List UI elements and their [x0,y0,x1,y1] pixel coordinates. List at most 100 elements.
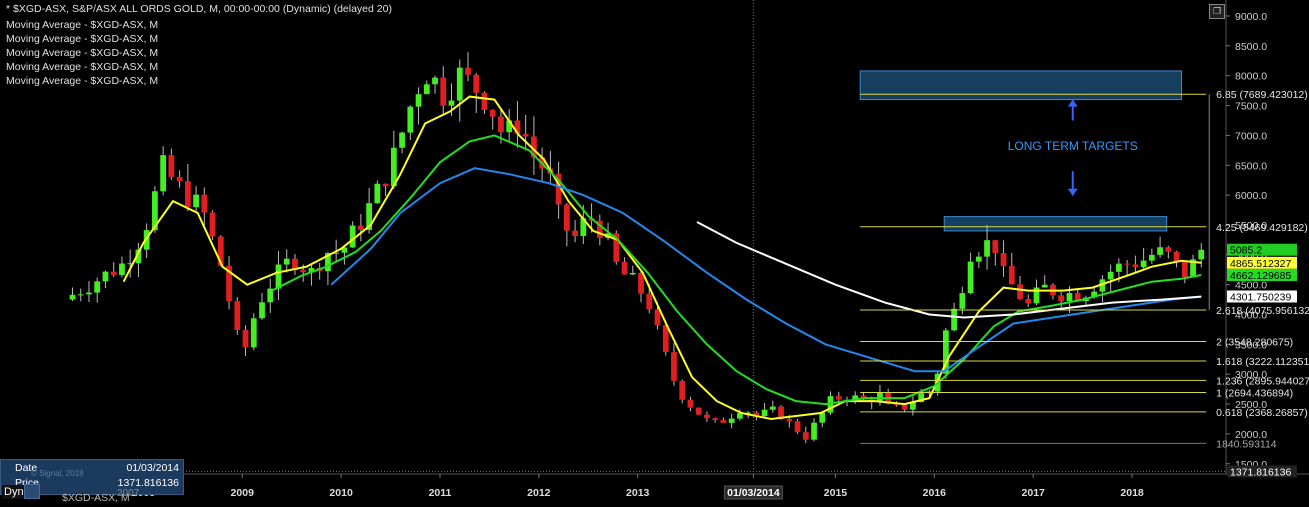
candle-body [679,380,686,400]
fib-level-label: 0.618 (2368.26857) [1216,407,1308,419]
x-tick-label: 2009 [231,487,255,499]
candle-body [811,422,817,440]
candle-body [201,194,208,213]
candle-body [646,293,653,310]
fib-level-label: 1.618 (3222.112351) [1216,356,1309,368]
candle-body [415,94,422,107]
candle-body [110,271,117,275]
candle-body [621,261,628,275]
candle-body [992,240,999,254]
candle-body [69,294,76,300]
price-tag-label: 4865.512327 [1230,258,1291,270]
candle-body [283,258,290,265]
moving-average-line [330,167,1202,373]
y-tick-label: 8500.0 [1235,41,1267,53]
target-arrow-head [1067,188,1078,196]
fib-level-label: 6.85 (7689.423012) [1216,89,1308,101]
year-label-partial: 2007 [117,488,140,499]
candle-body [250,318,257,348]
candle-body [184,181,191,208]
candle-body [563,204,570,231]
target-arrow-head [1067,99,1078,107]
candle-body [399,132,405,148]
candle-body [951,308,957,331]
candle-body [819,412,826,423]
candle-body [94,281,101,293]
candle-body [465,67,471,75]
candle-body [629,272,636,275]
candle-body [1000,253,1007,267]
candle-body [1132,264,1139,268]
candle-body [407,106,414,133]
candle-body [728,418,735,423]
candle-body [975,256,982,262]
fib-level-label: 4.25 (5469.429182) [1216,222,1308,234]
candle-body [695,407,702,415]
candle-body [704,414,710,419]
candle-body [86,292,92,295]
x-tick-label: 2010 [329,487,353,499]
x-tick-label: 2011 [429,487,452,499]
candle-body [638,272,644,294]
candle-body [967,261,974,294]
candle-body [374,183,381,204]
x-tick-label: 2017 [1022,487,1046,499]
candle-body [432,77,438,85]
candle-body [160,155,167,192]
y-tick-label: 9000.0 [1235,11,1267,23]
y-tick-label: 6500.0 [1235,160,1267,172]
candle-body [349,225,356,248]
target-zone-box [859,70,1183,101]
candle-body [712,418,719,420]
fib-level-label: 2.618 (4075.956132) [1216,305,1309,317]
target-zone-box [943,216,1168,232]
candle-body [423,84,430,95]
candle-body [794,421,801,433]
y-tick-label: 7000.0 [1235,130,1267,142]
fib-level-label: 1 (2694.436894) [1216,387,1293,399]
candle-body [102,271,109,282]
x-tick-label: 2012 [527,487,551,499]
dynamic-mode-button[interactable]: Dyn [2,485,26,499]
y-tick-label: 8000.0 [1235,71,1267,83]
candle-body [1157,247,1163,255]
fib-level-label: 2 (3548.280675) [1216,336,1293,348]
x-tick-label: 01/03/2014 [727,487,780,499]
candle-body [481,92,488,110]
x-tick-label: 2018 [1120,487,1144,499]
candle-body [119,263,125,275]
price-tag-label: 4662.129685 [1230,270,1291,282]
candle-body [448,100,455,106]
candle-body [498,116,504,133]
candle-body [901,404,908,410]
chart-canvas[interactable]: 9000.0 8500.0 8000.0 7500.0 7000.0 6500.0 6000… [0,0,1309,507]
watermark: © Signal, 2018 [31,469,84,478]
indicator-label: Moving Average - $XGD-ASX, M [6,33,159,45]
candle-body [1116,263,1122,272]
price-tag-label: 5085.2 [1230,245,1262,257]
restore-window-icon[interactable]: ❐ [1209,4,1225,19]
candle-body [959,293,966,309]
candle-body [1148,254,1155,261]
candle-body [1140,260,1147,268]
candle-body [1173,251,1180,262]
candle-body [193,194,199,208]
candle-body [1165,247,1172,252]
candle-body [259,302,265,319]
y-tick-label: 6000.0 [1235,190,1267,202]
candle-body [522,133,529,137]
candle-body [300,270,307,273]
candle-body [242,329,249,348]
candle-body [440,77,447,106]
candle-body [382,183,389,187]
candle-body [473,74,480,93]
candle-body [769,406,776,410]
candle-body [761,409,768,417]
candle-body [1025,299,1032,304]
x-tick-label: 2013 [626,487,650,499]
panel-toggle-icon[interactable] [24,484,40,499]
candle-body [209,212,216,237]
candle-body [1066,293,1073,302]
candle-body [77,294,84,296]
chart-title: * $XGD-ASX, S&P/ASX ALL ORDS GOLD, M, 00… [6,3,392,15]
